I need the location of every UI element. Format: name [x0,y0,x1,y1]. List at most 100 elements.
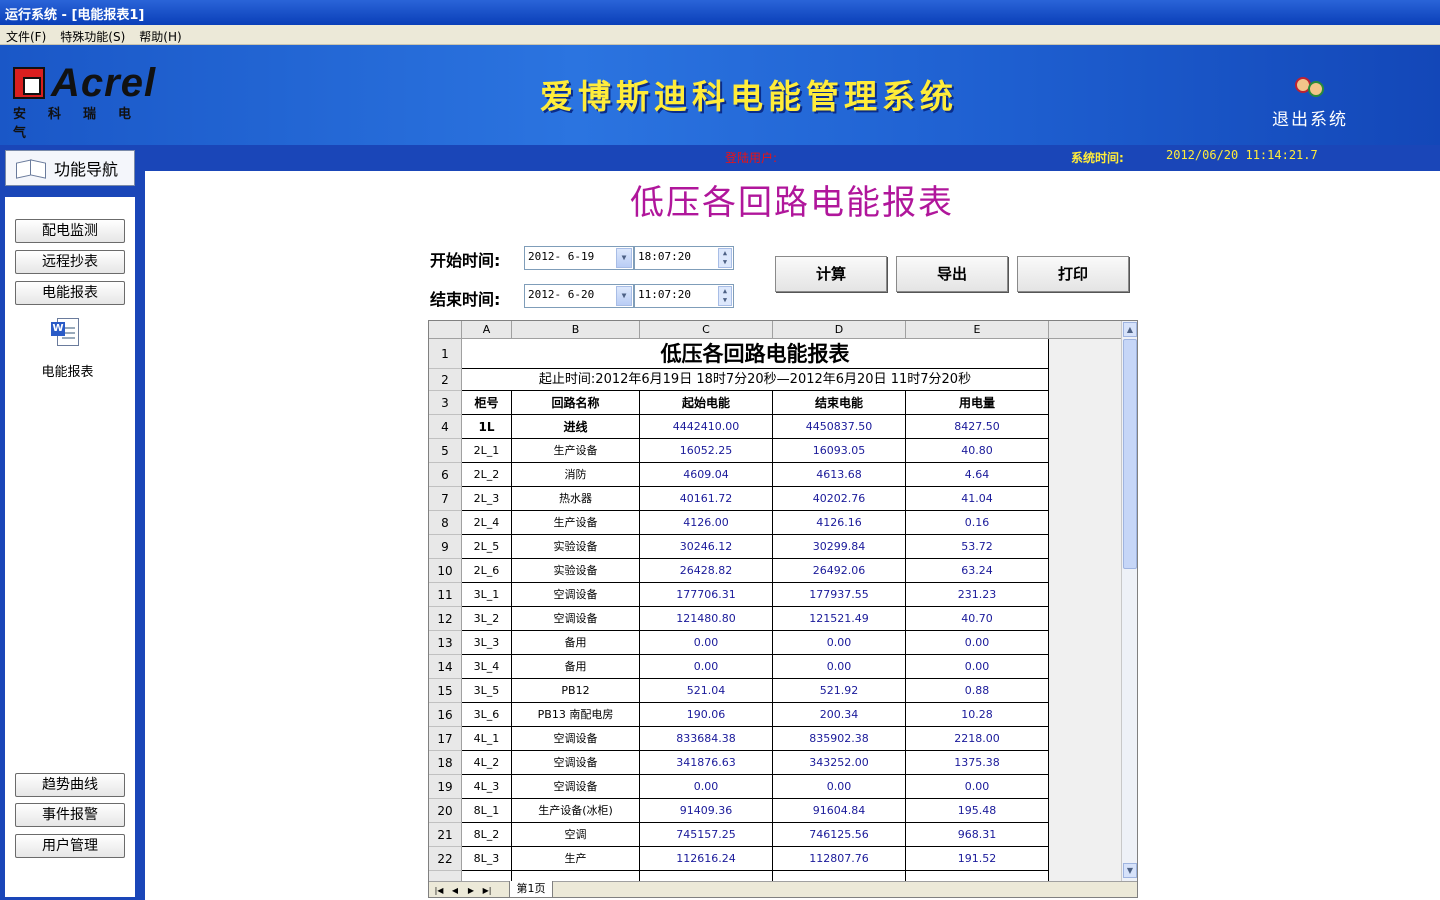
column-header[interactable]: B [512,321,640,339]
chevron-down-icon[interactable]: ▼ [616,248,632,268]
menu-special[interactable]: 特殊功能(S) [60,28,125,44]
nav-event-alarm-button[interactable]: 事件报警 [15,803,125,827]
nav-distribution-monitor-button[interactable]: 配电监测 [15,219,125,243]
table-cell[interactable]: 8427.50 [906,415,1049,439]
table-cell[interactable]: 3L_4 [462,655,512,679]
table-cell-partial[interactable] [512,871,640,881]
row-header[interactable]: 18 [429,751,462,775]
row-header[interactable]: 13 [429,631,462,655]
table-cell[interactable]: 30246.12 [640,535,773,559]
table-cell[interactable]: 521.92 [773,679,906,703]
table-cell[interactable]: 1L [462,415,512,439]
row-header[interactable]: 7 [429,487,462,511]
column-header[interactable]: E [906,321,1049,339]
sheet-title-cell[interactable]: 低压各回路电能报表 [462,339,1049,369]
sheet-range-cell[interactable]: 起止时间:2012年6月19日 18时7分20秒—2012年6月20日 11时7… [462,369,1049,391]
table-cell[interactable]: 空调 [512,823,640,847]
table-cell[interactable]: 30299.84 [773,535,906,559]
table-cell[interactable]: 521.04 [640,679,773,703]
table-cell[interactable]: 空调设备 [512,727,640,751]
table-cell[interactable]: 备用 [512,631,640,655]
table-cell[interactable]: 4442410.00 [640,415,773,439]
nav-user-manage-button[interactable]: 用户管理 [15,834,125,858]
row-header[interactable]: 12 [429,607,462,631]
menu-help[interactable]: 帮助(H) [139,28,181,44]
table-cell[interactable]: 190.06 [640,703,773,727]
sheet-tab-page1[interactable]: 第1页 [509,881,553,897]
table-cell[interactable]: 833684.38 [640,727,773,751]
table-cell[interactable]: 26428.82 [640,559,773,583]
row-header[interactable]: 9 [429,535,462,559]
row-header[interactable]: 10 [429,559,462,583]
table-cell[interactable]: 空调设备 [512,607,640,631]
table-cell[interactable]: 生产 [512,847,640,871]
table-cell[interactable]: 0.00 [773,775,906,799]
prev-sheet-icon[interactable]: ◀ [447,883,463,897]
row-header[interactable]: 6 [429,463,462,487]
row-header[interactable]: 8 [429,511,462,535]
table-cell[interactable]: 3L_5 [462,679,512,703]
table-cell[interactable]: PB12 [512,679,640,703]
table-cell[interactable]: 0.16 [906,511,1049,535]
table-header-cell[interactable]: 用电量 [906,391,1049,415]
table-cell[interactable]: 空调设备 [512,775,640,799]
table-cell[interactable]: 0.00 [906,775,1049,799]
table-cell[interactable]: 0.00 [906,631,1049,655]
row-header[interactable]: 11 [429,583,462,607]
table-cell[interactable]: 200.34 [773,703,906,727]
table-cell[interactable]: 343252.00 [773,751,906,775]
column-header[interactable]: A [462,321,512,339]
sheet-corner[interactable] [429,321,462,339]
table-cell-partial[interactable] [906,871,1049,881]
end-date-picker[interactable]: 2012- 6-20 ▼ [524,284,634,308]
table-cell[interactable]: 0.00 [906,655,1049,679]
row-header[interactable]: 3 [429,391,462,415]
table-cell[interactable]: 40161.72 [640,487,773,511]
energy-report-doc-label[interactable]: 电能报表 [5,361,130,380]
table-cell[interactable]: 4450837.50 [773,415,906,439]
table-cell[interactable]: 746125.56 [773,823,906,847]
table-cell[interactable]: 8L_1 [462,799,512,823]
table-cell[interactable]: 0.00 [640,655,773,679]
nav-remote-meter-button[interactable]: 远程抄表 [15,250,125,274]
table-cell[interactable]: 进线 [512,415,640,439]
table-cell[interactable]: 121480.80 [640,607,773,631]
table-cell[interactable]: 3L_3 [462,631,512,655]
table-cell[interactable]: 消防 [512,463,640,487]
table-cell[interactable]: 40.80 [906,439,1049,463]
table-cell[interactable]: 177706.31 [640,583,773,607]
table-cell-partial[interactable] [462,871,512,881]
table-cell[interactable]: 91409.36 [640,799,773,823]
menu-file[interactable]: 文件(F) [6,28,46,44]
table-cell[interactable]: 41.04 [906,487,1049,511]
table-cell[interactable]: 空调设备 [512,583,640,607]
spreadsheet-grid[interactable]: A B C D E 1 低压各回路电能报表 2 起止时间:2012年6月19日 18时7分20秒… [429,321,1121,881]
column-header[interactable]: C [640,321,773,339]
end-time-spinner[interactable]: 11:07:20 ▲ ▼ [634,284,734,308]
table-cell[interactable]: 2L_6 [462,559,512,583]
table-cell[interactable]: 热水器 [512,487,640,511]
table-cell[interactable]: 745157.25 [640,823,773,847]
export-button[interactable]: 导出 [896,256,1008,292]
row-header[interactable]: 17 [429,727,462,751]
row-header[interactable]: 16 [429,703,462,727]
row-header[interactable]: 21 [429,823,462,847]
row-header[interactable]: 2 [429,369,462,391]
table-cell[interactable]: 112616.24 [640,847,773,871]
table-cell[interactable]: 0.88 [906,679,1049,703]
row-header[interactable]: 5 [429,439,462,463]
table-cell[interactable]: 40.70 [906,607,1049,631]
table-cell[interactable]: 2218.00 [906,727,1049,751]
row-header[interactable]: 20 [429,799,462,823]
table-cell[interactable]: 4126.00 [640,511,773,535]
table-cell[interactable]: 4L_2 [462,751,512,775]
table-cell-partial[interactable] [640,871,773,881]
table-cell[interactable]: 4126.16 [773,511,906,535]
table-cell[interactable]: 4L_3 [462,775,512,799]
table-cell[interactable]: 8L_2 [462,823,512,847]
table-cell[interactable]: 231.23 [906,583,1049,607]
table-cell[interactable]: 生产设备(冰柜) [512,799,640,823]
table-cell[interactable]: 177937.55 [773,583,906,607]
table-header-cell[interactable]: 柜号 [462,391,512,415]
spreadsheet[interactable]: A B C D E 1 低压各回路电能报表 2 起止时间:2012年6月19日 18时7分20秒… [428,320,1138,898]
